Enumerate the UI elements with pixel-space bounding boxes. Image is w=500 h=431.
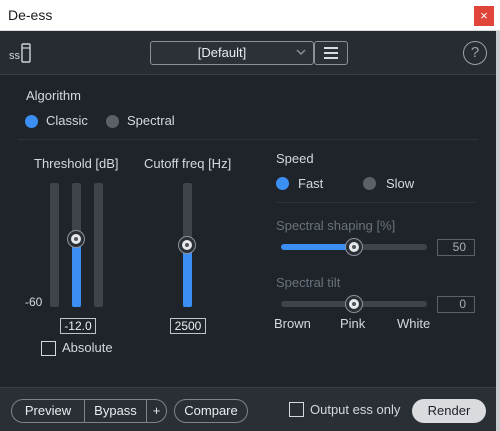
compare-button[interactable]: Compare: [174, 399, 248, 423]
cutoff-label: Cutoff freq [Hz]: [144, 156, 232, 171]
threshold-slider-fill: [72, 239, 81, 307]
module-icon: ss: [9, 41, 39, 65]
spectral-tilt-slider-thumb[interactable]: [346, 296, 362, 312]
menu-icon[interactable]: [314, 41, 348, 65]
spectral-shaping-slider-fill: [281, 244, 354, 250]
speed-slow-label[interactable]: Slow: [386, 176, 414, 191]
window-border: [496, 31, 500, 431]
cutoff-value[interactable]: 2500: [170, 318, 206, 334]
bypass-plus-button[interactable]: +: [146, 399, 167, 423]
cutoff-slider-fill: [183, 245, 192, 307]
threshold-label: Threshold [dB]: [34, 156, 119, 171]
spectral-shaping-value[interactable]: 50: [437, 239, 475, 256]
threshold-scale-label: -60: [25, 295, 43, 309]
spectral-tilt-tick-pink: Pink: [340, 316, 366, 331]
threshold-meter-right: [94, 183, 103, 307]
absolute-label[interactable]: Absolute: [62, 340, 113, 355]
spectral-tilt-tick-white: White: [397, 316, 431, 331]
preset-dropdown[interactable]: [Default]: [150, 41, 314, 65]
spectral-shaping-slider-thumb[interactable]: [346, 239, 362, 255]
divider: [18, 139, 478, 140]
bypass-button[interactable]: Bypass: [84, 399, 147, 423]
toolbar: ss [Default] ?: [0, 31, 500, 75]
speed-fast-label[interactable]: Fast: [298, 176, 323, 191]
threshold-value[interactable]: -12.0: [60, 318, 96, 334]
absolute-checkbox[interactable]: [41, 341, 56, 356]
threshold-slider-thumb[interactable]: [68, 231, 84, 247]
output-ess-only-checkbox[interactable]: [289, 402, 304, 417]
spectral-tilt-value[interactable]: 0: [437, 296, 475, 313]
radio-spectral[interactable]: [106, 115, 119, 128]
spectral-tilt-tick-brown: Brown: [274, 316, 311, 331]
algorithm-heading: Algorithm: [26, 88, 81, 103]
radio-slow[interactable]: [363, 177, 376, 190]
algorithm-classic-label[interactable]: Classic: [46, 113, 88, 128]
module-icon-label: ss: [9, 50, 21, 62]
radio-classic[interactable]: [25, 115, 38, 128]
preset-label: [Default]: [197, 45, 247, 60]
cutoff-slider-thumb[interactable]: [179, 237, 195, 253]
radio-fast[interactable]: [276, 177, 289, 190]
plugin-panel: ss [Default] ? Algorithm Classic Spectra…: [0, 31, 500, 431]
render-button[interactable]: Render: [412, 399, 486, 423]
close-icon[interactable]: ×: [474, 6, 494, 26]
threshold-meter-left: [50, 183, 59, 307]
spectral-tilt-label: Spectral tilt: [276, 275, 341, 290]
spectral-shaping-label: Spectral shaping [%]: [276, 218, 396, 233]
output-ess-only-label[interactable]: Output ess only: [310, 402, 400, 417]
window-titlebar: De-ess ×: [0, 0, 500, 31]
divider: [276, 202, 476, 203]
bottom-bar: Preview Bypass + Compare Output ess only…: [0, 387, 500, 431]
preview-button[interactable]: Preview: [11, 399, 85, 423]
window-title: De-ess: [8, 7, 53, 23]
chevron-down-icon: [295, 44, 307, 63]
help-icon[interactable]: ?: [463, 41, 487, 65]
algorithm-spectral-label[interactable]: Spectral: [127, 113, 175, 128]
speed-heading: Speed: [276, 151, 314, 166]
